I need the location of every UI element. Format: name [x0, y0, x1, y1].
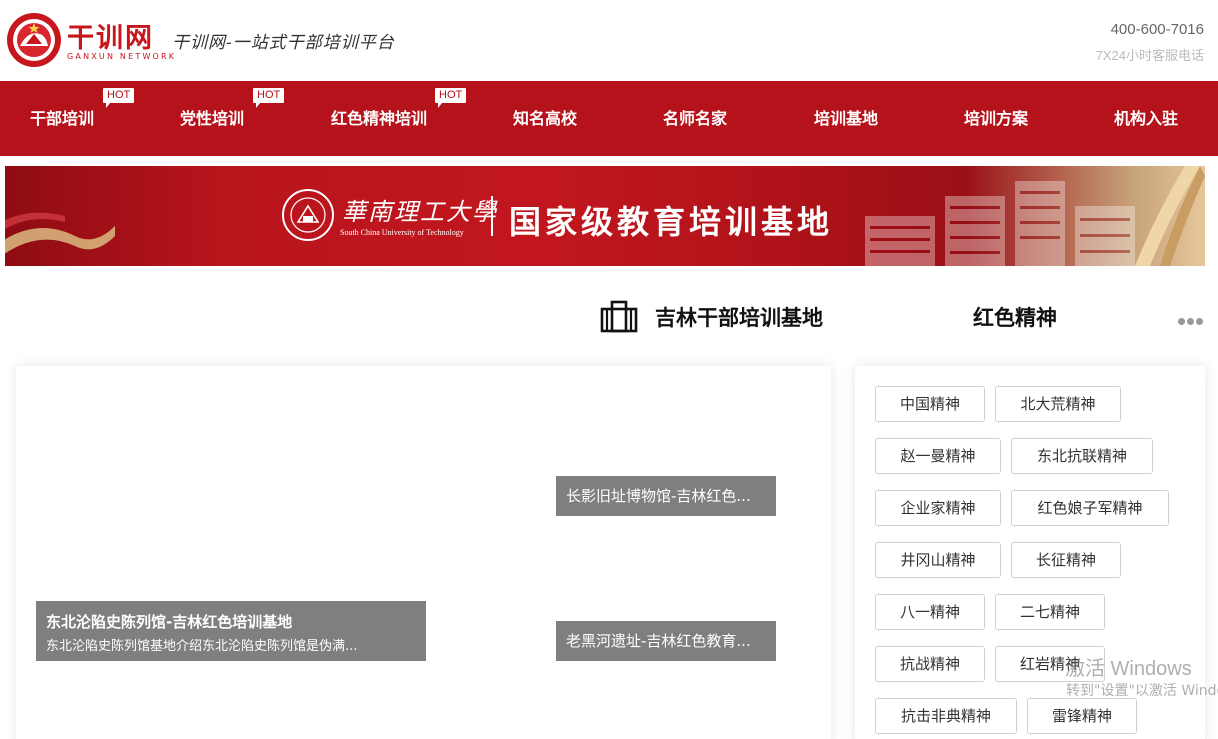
nav-item-label: 名师名家	[663, 109, 728, 128]
activation-watermark: 激活 Windows	[1065, 658, 1192, 680]
campus-building-image	[865, 181, 1135, 266]
slogan: 干训网-一站式干部培训平台	[172, 33, 395, 53]
nav-item-red-spirit-training[interactable]: 红色精神培训	[331, 81, 427, 156]
banner-title: 国家级教育培训基地	[509, 203, 834, 241]
ribbon-decoration-icon	[5, 212, 115, 254]
site-header: 干训网 GANXUN NETWORK 干训网-一站式干部培训平台 400-600…	[0, 0, 1218, 81]
nav-item-training-bases[interactable]: 培训基地	[814, 81, 878, 156]
nav-item-party-training[interactable]: 党性培训	[180, 81, 244, 156]
activation-watermark-hint: 转到"设置"以激活 Windows	[1066, 683, 1218, 699]
hot-badge: HOT	[253, 88, 285, 108]
hotline-note: 7X24小时客服电话	[1095, 48, 1204, 63]
university-seal-icon	[282, 189, 334, 241]
feature-main-title: 东北沦陷史陈列馆-吉林红色培训基地	[46, 613, 293, 631]
building-icon	[600, 300, 638, 333]
spirit-tag[interactable]: 雷锋精神	[1027, 698, 1137, 734]
spirit-tag[interactable]: 八一精神	[875, 594, 985, 630]
feature-item-caption[interactable]: 长影旧址博物馆-吉林红色...	[556, 476, 776, 516]
nav-item-label: 机构入驻	[1114, 109, 1179, 128]
ribbon-decoration-icon	[1135, 166, 1205, 266]
page: 干训网 GANXUN NETWORK 干训网-一站式干部培训平台 400-600…	[0, 0, 1218, 739]
banner-university-english: South China University of Technology	[340, 228, 464, 237]
nav-item-label: 红色精神培训	[331, 109, 428, 128]
hotline-number: 400-600-7016	[1110, 21, 1204, 38]
nav-item-institution-join[interactable]: 机构入驻	[1114, 81, 1178, 156]
feature-main-description: 东北沦陷史陈列馆基地介绍东北沦陷史陈列馆是伪满...	[46, 639, 358, 654]
nav-item-label: 干部培训	[30, 109, 95, 128]
banner-university-name: 華南理工大學	[342, 198, 498, 226]
spirit-tag[interactable]: 赵一曼精神	[875, 438, 1001, 474]
hot-badge: HOT	[435, 88, 467, 108]
banner-divider	[491, 196, 493, 236]
spirit-tag[interactable]: 长征精神	[1011, 542, 1121, 578]
tab-jilin-cadre-bases[interactable]: 吉林干部培训基地	[655, 302, 823, 332]
brand-name[interactable]: 干训网	[67, 16, 154, 55]
nav-item-label: 知名高校	[513, 109, 578, 128]
nav-item-teachers[interactable]: 名师名家	[663, 81, 727, 156]
spirit-tag[interactable]: 中国精神	[875, 386, 985, 422]
spirit-tag[interactable]: 抗击非典精神	[875, 698, 1017, 734]
brand-subtitle: GANXUN NETWORK	[67, 52, 177, 61]
hot-badge: HOT	[103, 88, 135, 108]
feature-main-caption[interactable]: 东北沦陷史陈列馆-吉林红色培训基地 东北沦陷史陈列馆基地介绍东北沦陷史陈列馆是伪…	[36, 601, 426, 661]
tab-red-spirit[interactable]: 红色精神	[973, 302, 1057, 332]
logo-emblem-icon[interactable]	[6, 12, 62, 68]
nav-item-label: 培训基地	[814, 109, 879, 128]
spirit-tag[interactable]: 北大荒精神	[995, 386, 1121, 422]
spirit-tag[interactable]: 东北抗联精神	[1011, 438, 1153, 474]
nav-item-label: 党性培训	[180, 109, 245, 128]
nav-item-cadre-training[interactable]: 干部培训	[30, 81, 94, 156]
featured-bases-card: 东北沦陷史陈列馆-吉林红色培训基地 东北沦陷史陈列馆基地介绍东北沦陷史陈列馆是伪…	[16, 366, 831, 739]
nav-item-training-plans[interactable]: 培训方案	[964, 81, 1028, 156]
spirit-tag[interactable]: 企业家精神	[875, 490, 1001, 526]
feature-item-caption[interactable]: 老黑河遗址-吉林红色教育...	[556, 621, 776, 661]
more-icon[interactable]	[1178, 310, 1206, 325]
main-nav: 干部培训 HOT 党性培训 HOT 红色精神培训 HOT 知名高校 名师名家 培…	[0, 81, 1218, 156]
spirit-tag[interactable]: 二七精神	[995, 594, 1105, 630]
spirit-tag[interactable]: 井冈山精神	[875, 542, 1001, 578]
spirit-tag[interactable]: 红色娘子军精神	[1011, 490, 1169, 526]
nav-item-label: 培训方案	[964, 109, 1029, 128]
spirit-tag[interactable]: 抗战精神	[875, 646, 985, 682]
hero-banner[interactable]: 華南理工大學 South China University of Technol…	[5, 166, 1205, 266]
nav-item-universities[interactable]: 知名高校	[513, 81, 577, 156]
